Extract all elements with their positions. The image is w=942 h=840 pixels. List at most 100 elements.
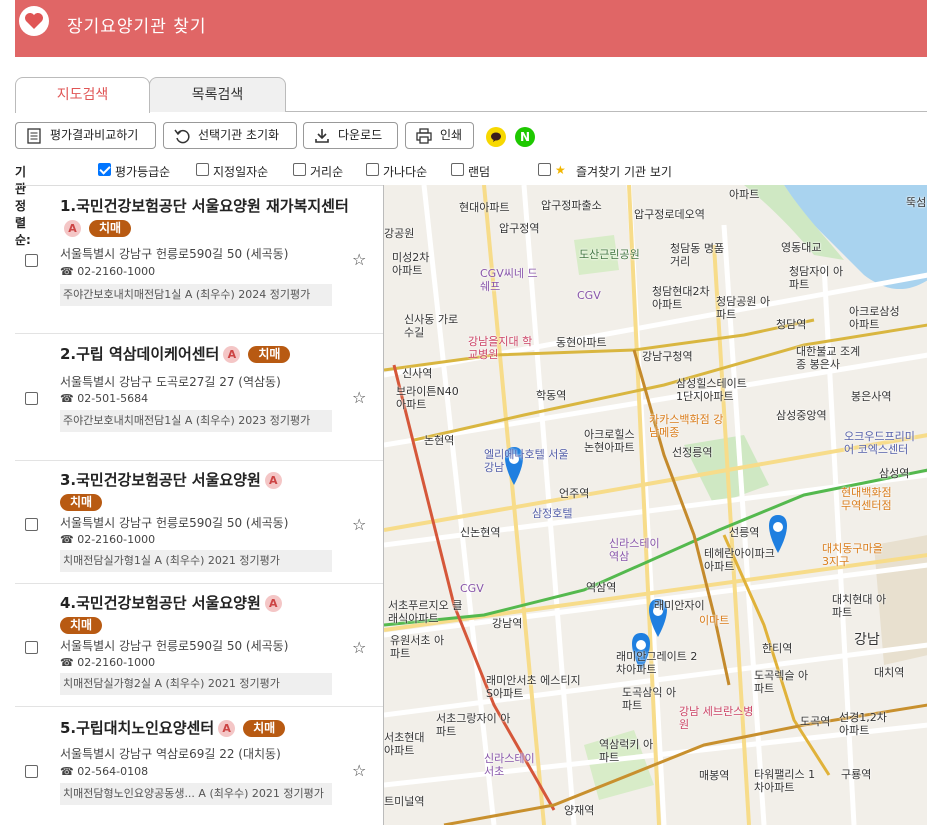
show-favorites-checkbox[interactable] — [538, 163, 551, 176]
map-label: 신사동 가로수길 — [404, 313, 459, 339]
map-label: 아크로힐스 논현아파트 — [584, 428, 635, 454]
facility-phone: ☎ 02-564-0108 — [60, 765, 149, 778]
heart-logo-icon — [19, 6, 49, 36]
facility-address: 서울특별시 강남구 역삼로69길 22 (대치동) — [60, 747, 281, 761]
grade-badge: A — [218, 720, 236, 737]
map-label: 유원서초 아파트 — [390, 634, 445, 660]
map-label: 신라스테이 서초 — [484, 752, 535, 778]
map-label: 현대아파트 — [459, 201, 510, 214]
favorite-star-icon[interactable]: ☆ — [352, 250, 366, 269]
tab-map-search[interactable]: 지도검색 — [15, 77, 150, 113]
map-label: 강공원 — [384, 227, 415, 240]
map-label: 신라스테이 역삼 — [609, 537, 660, 563]
map-label: 삼성중앙역 — [776, 409, 827, 422]
map-label: 도곡렉슬 아파트 — [754, 669, 809, 695]
sort-by-grade-checkbox[interactable] — [98, 163, 111, 176]
map-label: 선경1,2차 아파트 — [839, 711, 887, 737]
map-label: 강남 — [854, 632, 880, 648]
sort-by-distance-checkbox[interactable] — [293, 163, 306, 176]
map-label: 강남구청역 — [642, 350, 693, 363]
evaluation-result: 주야간보호내치매전담1실 A (최우수) 2024 정기평가 — [60, 284, 332, 306]
map-label: 삼정호텔 — [532, 507, 573, 520]
evaluation-result: 치매전담실가형1실 A (최우수) 2021 정기평가 — [60, 550, 332, 572]
map-label: 동현아파트 — [556, 336, 607, 349]
map-view[interactable]: 아파트 압구정로데오역 현대아파트 압구정역 압구정파출소 영동대교 뚝섬 강공… — [383, 185, 927, 825]
map-label: 압구정로데오역 — [634, 208, 705, 221]
phone-icon: ☎ — [60, 765, 74, 778]
map-label: 압구정파출소 — [541, 199, 602, 212]
facility-address: 서울특별시 강남구 헌릉로590길 50 (세곡동) — [60, 516, 289, 530]
map-label: 강남을지대 학교병원 — [468, 335, 533, 361]
facility-phone: ☎ 02-2160-1000 — [60, 656, 156, 669]
map-label: 청담자이 아파트 — [789, 265, 844, 291]
grade-badge: A — [264, 595, 282, 612]
favorite-star-icon[interactable]: ☆ — [352, 388, 366, 407]
favorite-star-icon[interactable]: ☆ — [352, 638, 366, 657]
facility-select-checkbox[interactable] — [25, 392, 38, 405]
favorite-star-icon[interactable]: ☆ — [352, 761, 366, 780]
list-item[interactable]: 3.국민건강보험공단 서울요양원 A 치매 서울특별시 강남구 헌릉로590길 50… — [15, 461, 383, 584]
facility-address: 서울특별시 강남구 도곡로27길 27 (역삼동) — [60, 375, 281, 389]
tab-list-search[interactable]: 목록검색 — [149, 77, 286, 112]
map-label: 신논현역 — [460, 526, 501, 539]
facility-name[interactable]: 3.국민건강보험공단 서울요양원 A 치매 — [60, 469, 350, 513]
download-icon — [315, 129, 329, 143]
document-icon — [27, 128, 41, 144]
facility-select-checkbox[interactable] — [25, 518, 38, 531]
facility-address: 서울특별시 강남구 헌릉로590길 50 (세곡동) — [60, 247, 289, 261]
grade-badge: A — [264, 472, 282, 489]
evaluation-result: 치매전담형노인요양공동생... A (최우수) 2021 정기평가 — [60, 783, 332, 805]
print-button[interactable]: 인쇄 — [405, 122, 474, 149]
list-item[interactable]: 5.구립대치노인요양센터 A 치매 서울특별시 강남구 역삼로69길 22 (대치동… — [15, 707, 383, 825]
dementia-badge: 치매 — [60, 494, 103, 511]
facility-select-checkbox[interactable] — [25, 641, 38, 654]
facility-phone: ☎ 02-2160-1000 — [60, 533, 156, 546]
map-label: 대한불교 조계종 봉은사 — [796, 345, 861, 371]
map-label: 신사역 — [402, 367, 433, 380]
page-title: 장기요양기관 찾기 — [67, 17, 207, 37]
sort-random-checkbox[interactable] — [451, 163, 464, 176]
map-label: 대치역 — [874, 666, 905, 679]
phone-icon: ☎ — [60, 265, 74, 278]
list-item[interactable]: 4.국민건강보험공단 서울요양원 A 치매 서울특별시 강남구 헌릉로590길 50… — [15, 584, 383, 707]
map-label: 현대백화점 무역센터점 — [841, 486, 892, 512]
map-label: 래미안그레이트 2차아파트 — [616, 650, 698, 676]
printer-icon — [416, 128, 432, 144]
map-label: 삼성힐스테이트 1단지아파트 — [676, 377, 747, 403]
reset-selection-button[interactable]: 선택기관 초기화 — [163, 122, 297, 149]
favorite-star-icon: ★ — [555, 163, 566, 177]
print-label: 인쇄 — [440, 128, 463, 142]
map-label: 대치동구마을 3지구 — [822, 542, 883, 568]
sort-by-date-checkbox[interactable] — [196, 163, 209, 176]
download-button[interactable]: 다운로드 — [303, 122, 398, 149]
map-label: 강남역 — [492, 617, 523, 630]
favorite-star-icon[interactable]: ☆ — [352, 515, 366, 534]
facility-select-checkbox[interactable] — [25, 765, 38, 778]
facility-name[interactable]: 1.국민건강보험공단 서울요양원 재가복지센터A 치매 — [60, 195, 350, 239]
map-label: 영동대교 — [781, 241, 822, 254]
sort-by-alphabet-checkbox[interactable] — [366, 163, 379, 176]
map-label: 도산근린공원 — [579, 248, 640, 261]
naver-share-icon[interactable]: N — [515, 127, 535, 147]
facility-name[interactable]: 4.국민건강보험공단 서울요양원 A 치매 — [60, 592, 350, 636]
map-label: 대치현대 아파트 — [832, 593, 887, 619]
download-label: 다운로드 — [338, 128, 383, 142]
list-item[interactable]: 2.구립 역삼데이케어센터 A 치매 서울특별시 강남구 도곡로27길 27 (역삼… — [15, 334, 383, 461]
phone-icon: ☎ — [60, 656, 74, 669]
facility-name[interactable]: 2.구립 역삼데이케어센터 A 치매 — [60, 343, 350, 365]
map-label: 도곡삼익 아파트 — [622, 686, 677, 712]
map-label: 래미안자이 — [654, 599, 705, 612]
grade-badge: A — [223, 346, 241, 363]
facility-name[interactable]: 5.구립대치노인요양센터 A 치매 — [60, 717, 350, 739]
facility-phone: ☎ 02-2160-1000 — [60, 265, 156, 278]
map-label: 삼성역 — [879, 467, 910, 480]
list-item[interactable]: 1.국민건강보험공단 서울요양원 재가복지센터A 치매 서울특별시 강남구 헌릉로… — [15, 186, 383, 334]
undo-icon — [174, 129, 190, 144]
facility-select-checkbox[interactable] — [25, 254, 38, 267]
compare-results-button[interactable]: 평가결과비교하기 — [15, 122, 156, 149]
map-label: 봉은사역 — [851, 390, 892, 403]
facility-address: 서울특별시 강남구 헌릉로590길 50 (세곡동) — [60, 639, 289, 653]
map-label: 구룡역 — [841, 768, 872, 781]
kakao-share-icon[interactable] — [486, 127, 506, 147]
evaluation-result: 주야간보호내치매전담1실 A (최우수) 2023 정기평가 — [60, 410, 332, 432]
